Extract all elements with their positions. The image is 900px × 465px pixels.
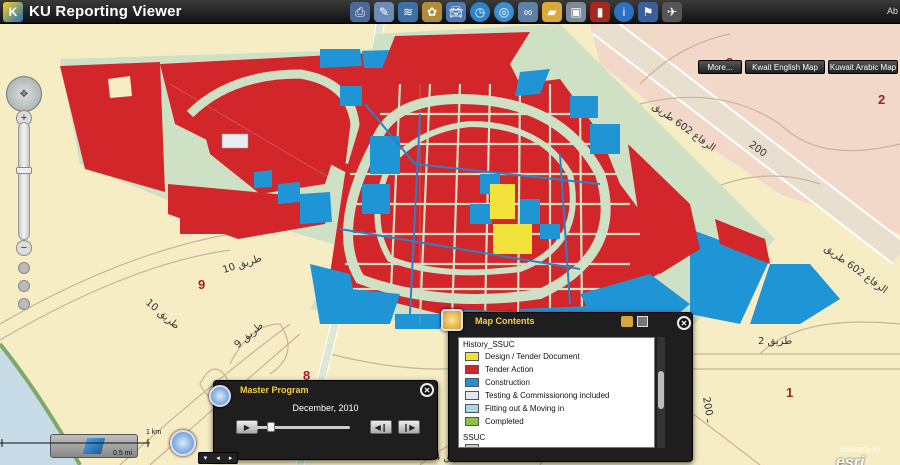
legend-item-label: Tender Action — [485, 364, 534, 374]
legend-swatch — [465, 377, 479, 387]
palette-icon[interactable]: ✿ — [422, 2, 442, 22]
toolbar: ⎙ ✎ ≋ ✿ 🚘︎ ◷ ◎ ∞ ▰ ▣ ▮ i ⚑ ✈ — [350, 2, 682, 22]
legend-item: Construction — [465, 376, 530, 388]
map-contents-panel: Map Contents ✕ History_SSUC Design / Ten… — [441, 309, 693, 462]
timeline-slider[interactable] — [250, 422, 350, 432]
map-contents-title: Map Contents — [475, 316, 535, 326]
esri-logo: esri — [836, 454, 865, 465]
book-icon[interactable]: ▮ — [590, 2, 610, 22]
legend-item: Tender Action — [465, 363, 533, 375]
legend-swatch — [465, 351, 479, 361]
map-zone-label-1: 1 — [786, 385, 794, 400]
target-icon[interactable]: ◎ — [494, 2, 514, 22]
measure-tool-icon[interactable] — [18, 280, 30, 292]
map-zone-label-2: 2 — [878, 92, 886, 107]
legend-item-label: Construction — [485, 377, 530, 387]
layers-icon[interactable]: ≋ — [398, 2, 418, 22]
scale-km-label: 1 km — [146, 429, 162, 436]
legend-swatch — [465, 444, 479, 447]
app-window: K KU Reporting Viewer ⎙ ✎ ≋ ✿ 🚘︎ ◷ ◎ ∞ ▰… — [0, 0, 900, 465]
legend-list: History_SSUC Design / Tender Document Te… — [458, 337, 655, 448]
binoculars-icon[interactable]: ∞ — [518, 2, 538, 22]
forward-icon[interactable]: ▸ — [229, 454, 233, 462]
car-icon[interactable]: 🚘︎ — [446, 2, 466, 22]
satellite-icon[interactable]: ✈ — [662, 2, 682, 22]
info-icon[interactable]: i — [614, 2, 634, 22]
pin-icon[interactable]: ⚑ — [638, 2, 658, 22]
kuwait-arabic-map-button[interactable]: Kuwait Arabic Map — [828, 60, 898, 74]
previous-button[interactable]: ◀❙ — [370, 420, 392, 434]
program-date: December, 2010 — [292, 403, 359, 413]
zoom-slider[interactable] — [16, 122, 32, 240]
timer-icon[interactable] — [170, 430, 196, 456]
app-logo-icon: K — [3, 1, 23, 22]
road-label: طريق 2 — [758, 336, 793, 347]
zoom-slider-knob[interactable] — [16, 167, 32, 174]
app-title: KU Reporting Viewer — [29, 3, 182, 20]
header-right-text: Ab — [886, 6, 898, 16]
presentation-icon[interactable]: ▣ — [566, 2, 586, 22]
legend-swatch — [465, 364, 479, 374]
timeline-slider-knob[interactable] — [266, 422, 275, 432]
hand-tool-icon[interactable] — [18, 262, 30, 274]
legend-item-label: Completed — [485, 416, 524, 426]
title-bar: K KU Reporting Viewer ⎙ ✎ ≋ ✿ 🚘︎ ◷ ◎ ∞ ▰… — [0, 0, 900, 24]
print-icon[interactable]: ⎙ — [350, 2, 370, 22]
kwait-english-map-button[interactable]: Kwait English Map — [745, 60, 825, 74]
more-button[interactable]: More... — [698, 60, 742, 74]
legend-item: Fitting out & Moving in — [465, 402, 564, 414]
clock-icon[interactable]: ◷ — [470, 2, 490, 22]
scale-mi-label: 0.5 mi — [113, 450, 133, 457]
master-program-panel: Master Program ✕ December, 2010 ▶ ◀❙ ❙▶ — [209, 380, 438, 460]
folder-icon[interactable]: ▰ — [542, 2, 562, 22]
legend-swatch — [465, 416, 479, 426]
locate-tool-icon[interactable] — [18, 298, 30, 310]
next-button[interactable]: ❙▶ — [398, 420, 420, 434]
legend-item: Testing & Commissionong included — [465, 389, 610, 401]
legend-scrollbar-thumb[interactable] — [658, 371, 664, 409]
legend-group-label: History_SSUC — [463, 340, 515, 349]
folder-icon — [441, 309, 463, 331]
scale-bar — [0, 439, 150, 447]
legend-item-label: Testing & Commissionong included — [485, 390, 610, 400]
open-folder-icon[interactable] — [621, 316, 633, 327]
expand-icon[interactable]: ▾ — [204, 454, 208, 462]
notes-icon[interactable]: ✎ — [374, 2, 394, 22]
legend-item: Design / Tender Document — [465, 350, 580, 362]
pan-control[interactable]: ✥ — [6, 76, 42, 112]
map-canvas[interactable]: 3 2 9 8 1 5 الرفاع 602 طريق الرفاع 602 ط… — [0, 24, 900, 465]
legend-item-label: Fitting out & Moving in — [485, 403, 565, 413]
legend-item: Completed — [465, 415, 524, 427]
legend-group-label: SSUC — [463, 433, 486, 442]
master-program-title: Master Program — [240, 385, 309, 395]
legend-swatch — [465, 403, 479, 413]
close-master-program-button[interactable]: ✕ — [420, 383, 434, 397]
zoom-out-button[interactable]: − — [16, 240, 32, 256]
legend-swatch — [465, 390, 479, 400]
close-map-contents-button[interactable]: ✕ — [677, 316, 691, 330]
back-icon[interactable]: ◂ — [216, 454, 220, 462]
legend-scrollbar[interactable] — [657, 337, 665, 448]
map-zone-label-9: 9 — [198, 277, 206, 292]
panel-tool-icon[interactable] — [637, 316, 648, 327]
legend-item-label: Design / Tender Document — [485, 351, 580, 361]
mini-player-controls[interactable]: ▾ ◂ ▸ — [198, 452, 238, 464]
